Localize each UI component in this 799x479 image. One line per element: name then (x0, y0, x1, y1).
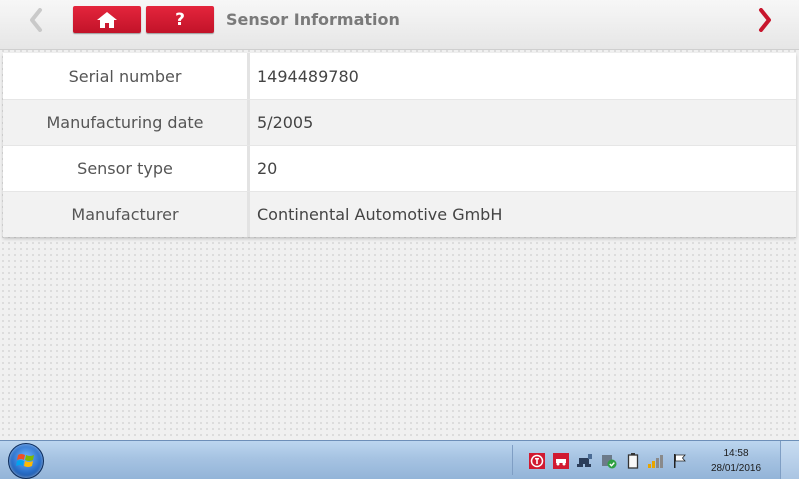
chevron-left-icon (30, 8, 42, 32)
security-check-icon[interactable] (600, 452, 618, 470)
table-row-manufacturer: Manufacturer Continental Automotive GmbH (3, 191, 796, 237)
start-button[interactable] (8, 443, 44, 479)
table-row-sensor-type: Sensor type 20 (3, 145, 796, 191)
row-value: 1494489780 (257, 66, 359, 86)
show-desktop-button[interactable] (780, 441, 799, 479)
home-icon (97, 11, 117, 28)
table-row-serial-number: Serial number 1494489780 (3, 53, 796, 99)
chevron-right-icon (759, 8, 771, 32)
top-toolbar: ? Sensor Information (0, 0, 799, 50)
windows-taskbar: 14:58 28/01/2016 (0, 440, 799, 479)
row-value: 5/2005 (257, 113, 314, 132)
network-device-icon[interactable] (576, 452, 594, 470)
row-label: Serial number (3, 53, 250, 99)
clock-time: 14:58 (723, 448, 749, 459)
vehicle-icon[interactable] (552, 452, 570, 470)
row-label: Manufacturing date (3, 100, 250, 145)
flag-icon[interactable] (671, 452, 689, 470)
tachograph-icon[interactable] (528, 452, 546, 470)
row-label: Sensor type (3, 146, 250, 191)
sensor-info-table: Serial number 1494489780 Manufacturing d… (3, 53, 796, 237)
next-arrow-button[interactable] (753, 6, 777, 34)
row-label: Manufacturer (3, 192, 250, 237)
help-button[interactable]: ? (146, 6, 214, 33)
system-clock[interactable]: 14:58 28/01/2016 (700, 446, 772, 476)
clock-date: 28/01/2016 (710, 463, 762, 474)
battery-icon[interactable] (624, 452, 642, 470)
tray-divider (512, 445, 513, 475)
row-value: Continental Automotive GmbH (257, 205, 503, 224)
windows-logo-icon (16, 454, 34, 467)
table-row-manufacturing-date: Manufacturing date 5/2005 (3, 99, 796, 145)
help-label: ? (175, 9, 185, 30)
home-button[interactable] (73, 6, 141, 33)
row-value: 20 (257, 159, 278, 178)
back-arrow-button[interactable] (24, 6, 48, 34)
app-window: ? Sensor Information Serial number 14944… (0, 0, 799, 479)
signal-strength-icon[interactable] (647, 452, 665, 470)
page-title: Sensor Information (226, 10, 400, 29)
